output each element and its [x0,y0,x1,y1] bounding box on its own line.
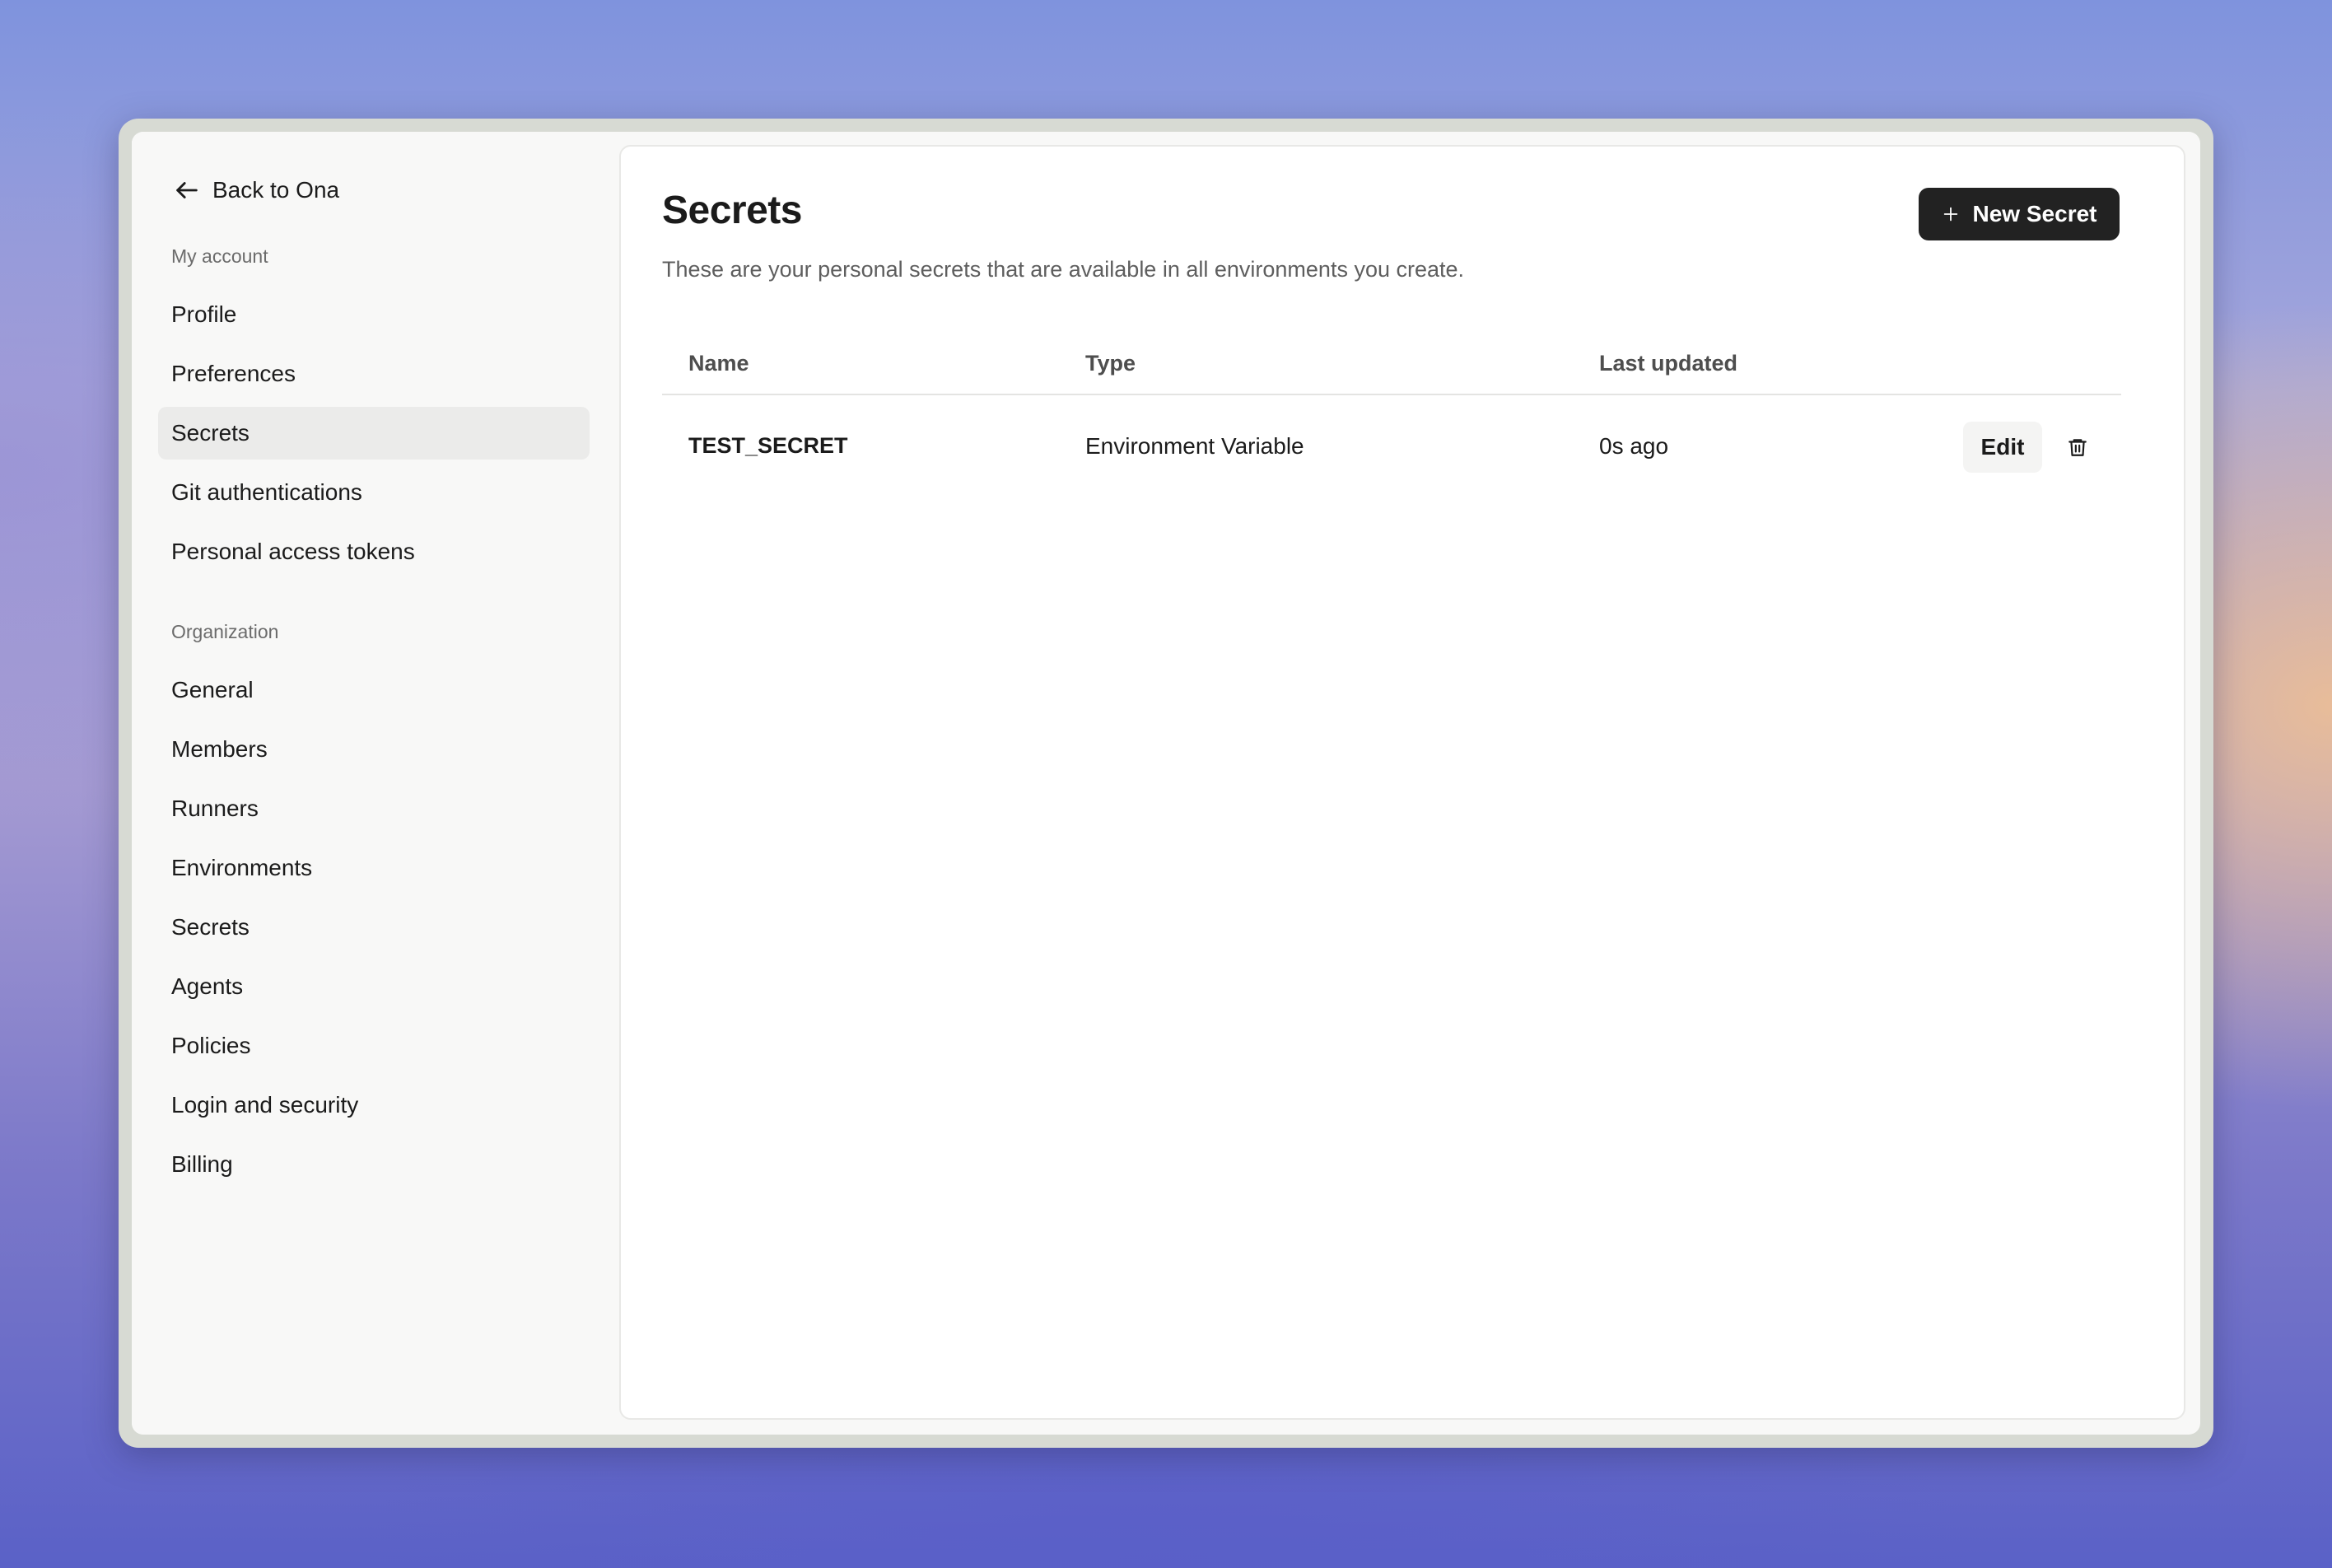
sidebar-item-members[interactable]: Members [158,723,590,776]
new-secret-button[interactable]: New Secret [1919,188,2120,240]
app-window-content: Back to Ona My account Profile Preferenc… [132,132,2200,1435]
section-label-organization: Organization [171,621,279,642]
sidebar-item-policies[interactable]: Policies [158,1020,590,1072]
plus-icon [1943,207,1957,222]
main-content: Secrets These are your personal secrets … [619,145,2185,1420]
sidebar-item-agents[interactable]: Agents [158,960,590,1013]
column-header-name: Name [688,351,749,376]
back-link[interactable]: Back to Ona [173,176,339,204]
page-title: Secrets [662,189,802,232]
sidebar-item-environments[interactable]: Environments [158,842,590,894]
settings-sidebar: Back to Ona My account Profile Preferenc… [132,132,609,1435]
arrow-left-icon [176,182,198,198]
column-header-type: Type [1085,351,1136,376]
sidebar-item-git-authentications[interactable]: Git authentications [158,466,590,519]
column-header-last-updated: Last updated [1599,351,1738,376]
sidebar-item-org-secrets[interactable]: Secrets [158,901,590,954]
delete-secret-button[interactable] [2060,430,2095,464]
sidebar-item-personal-access-tokens[interactable]: Personal access tokens [158,525,590,578]
secret-type: Environment Variable [1085,433,1304,459]
app-window: Back to Ona My account Profile Preferenc… [119,119,2213,1448]
sidebar-item-login-and-security[interactable]: Login and security [158,1079,590,1132]
sidebar-item-runners[interactable]: Runners [158,782,590,835]
new-secret-button-label: New Secret [1972,201,2097,226]
page-subtitle: These are your personal secrets that are… [662,257,1465,282]
secret-name: TEST_SECRET [688,433,848,458]
trash-icon [2068,439,2087,456]
secret-last-updated: 0s ago [1599,433,1669,459]
sidebar-item-preferences[interactable]: Preferences [158,348,590,400]
sidebar-item-secrets[interactable]: Secrets [158,407,590,460]
sidebar-item-general[interactable]: General [158,664,590,716]
section-label-my-account: My account [171,245,268,267]
edit-secret-button[interactable]: Edit [1963,422,2042,473]
table-header-divider [662,394,2121,395]
sidebar-item-profile[interactable]: Profile [158,288,590,341]
back-link-label: Back to Ona [212,177,340,203]
sidebar-item-billing[interactable]: Billing [158,1138,590,1191]
